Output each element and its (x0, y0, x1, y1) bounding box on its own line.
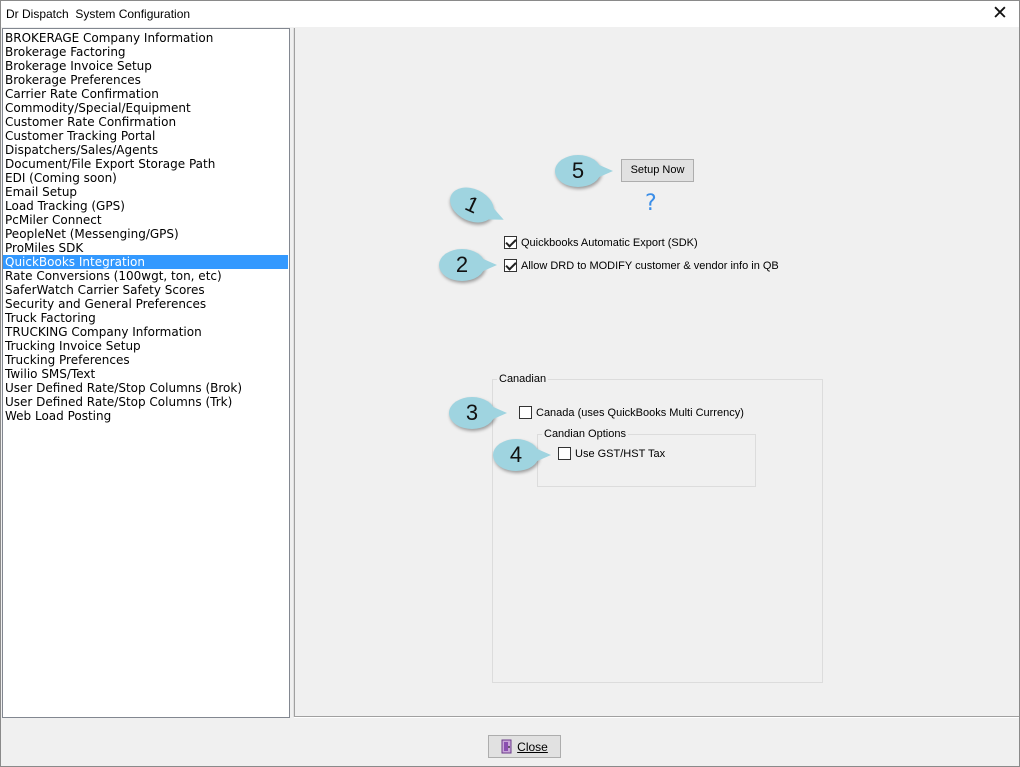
sidebar-item[interactable]: Brokerage Preferences (3, 73, 288, 87)
canadian-options-group (537, 434, 756, 487)
qb-modify-row[interactable]: Allow DRD to MODIFY customer & vendor in… (504, 259, 779, 272)
canada-checkbox[interactable] (519, 406, 532, 419)
sidebar-item[interactable]: User Defined Rate/Stop Columns (Trk) (3, 395, 288, 409)
config-window: Dr Dispatch System Configuration ✕ BROKE… (0, 0, 1020, 767)
qb-modify-checkbox[interactable] (504, 259, 517, 272)
sidebar-item[interactable]: PeopleNet (Messenging/GPS) (3, 227, 288, 241)
close-icon[interactable]: ✕ (985, 1, 1015, 27)
sidebar-item[interactable]: Commodity/Special/Equipment (3, 101, 288, 115)
sidebar-item[interactable]: PcMiler Connect (3, 213, 288, 227)
help-icon[interactable]: ? (645, 191, 657, 216)
callout-2: 2 (439, 249, 497, 281)
sidebar-item[interactable]: Web Load Posting (3, 409, 288, 423)
sidebar-item[interactable]: TRUCKING Company Information (3, 325, 288, 339)
sidebar-item[interactable]: Brokerage Invoice Setup (3, 59, 288, 73)
sidebar-item[interactable]: BROKERAGE Company Information (3, 31, 288, 45)
qb-auto-export-checkbox[interactable] (504, 236, 517, 249)
sidebar-item[interactable]: Security and General Preferences (3, 297, 288, 311)
title-bar: Dr Dispatch System Configuration ✕ (1, 1, 1019, 27)
setup-now-button[interactable]: Setup Now (621, 159, 694, 182)
gst-label: Use GST/HST Tax (575, 447, 666, 460)
sidebar-item[interactable]: Email Setup (3, 185, 288, 199)
qb-auto-export-label: Quickbooks Automatic Export (SDK) (521, 236, 698, 249)
sidebar-item[interactable]: Twilio SMS/Text (3, 367, 288, 381)
sidebar-item[interactable]: Customer Rate Confirmation (3, 115, 288, 129)
canada-label: Canada (uses QuickBooks Multi Currency) (536, 406, 744, 419)
sidebar-item[interactable]: Trucking Preferences (3, 353, 288, 367)
callout-3: 3 (449, 397, 507, 429)
sidebar-item[interactable]: EDI (Coming soon) (3, 171, 288, 185)
sidebar-item[interactable]: Load Tracking (GPS) (3, 199, 288, 213)
close-button-label: Close (517, 739, 548, 754)
sidebar-item[interactable]: SaferWatch Carrier Safety Scores (3, 283, 288, 297)
canada-row[interactable]: Canada (uses QuickBooks Multi Currency) (519, 406, 744, 419)
sidebar-item[interactable]: User Defined Rate/Stop Columns (Brok) (3, 381, 288, 395)
callout-5: 5 (555, 155, 613, 187)
exit-door-icon (501, 739, 513, 754)
sidebar-item[interactable]: Customer Tracking Portal (3, 129, 288, 143)
sidebar-item[interactable]: Dispatchers/Sales/Agents (3, 143, 288, 157)
gst-checkbox[interactable] (558, 447, 571, 460)
sidebar-item[interactable]: Brokerage Factoring (3, 45, 288, 59)
sidebar-item[interactable]: QuickBooks Integration (3, 255, 288, 269)
config-category-list[interactable]: BROKERAGE Company Information Brokerage F… (2, 28, 290, 718)
close-button[interactable]: Close (488, 735, 561, 758)
canadian-group-label: Canadian (497, 373, 549, 385)
qb-modify-label: Allow DRD to MODIFY customer & vendor in… (521, 259, 779, 272)
window-title: Dr Dispatch System Configuration (6, 7, 191, 21)
sidebar-item[interactable]: Carrier Rate Confirmation (3, 87, 288, 101)
sidebar-item[interactable]: Document/File Export Storage Path (3, 157, 288, 171)
sidebar-item[interactable]: Truck Factoring (3, 311, 288, 325)
canadian-options-label: Candian Options (542, 428, 628, 440)
callout-4: 4 (493, 439, 551, 471)
qb-auto-export-row[interactable]: Quickbooks Automatic Export (SDK) (504, 236, 698, 249)
sidebar-item[interactable]: Trucking Invoice Setup (3, 339, 288, 353)
canadian-group (492, 379, 823, 683)
sidebar-item[interactable]: ProMiles SDK (3, 241, 288, 255)
gst-row[interactable]: Use GST/HST Tax (558, 447, 665, 460)
sidebar-item[interactable]: Rate Conversions (100wgt, ton, etc) (3, 269, 288, 283)
